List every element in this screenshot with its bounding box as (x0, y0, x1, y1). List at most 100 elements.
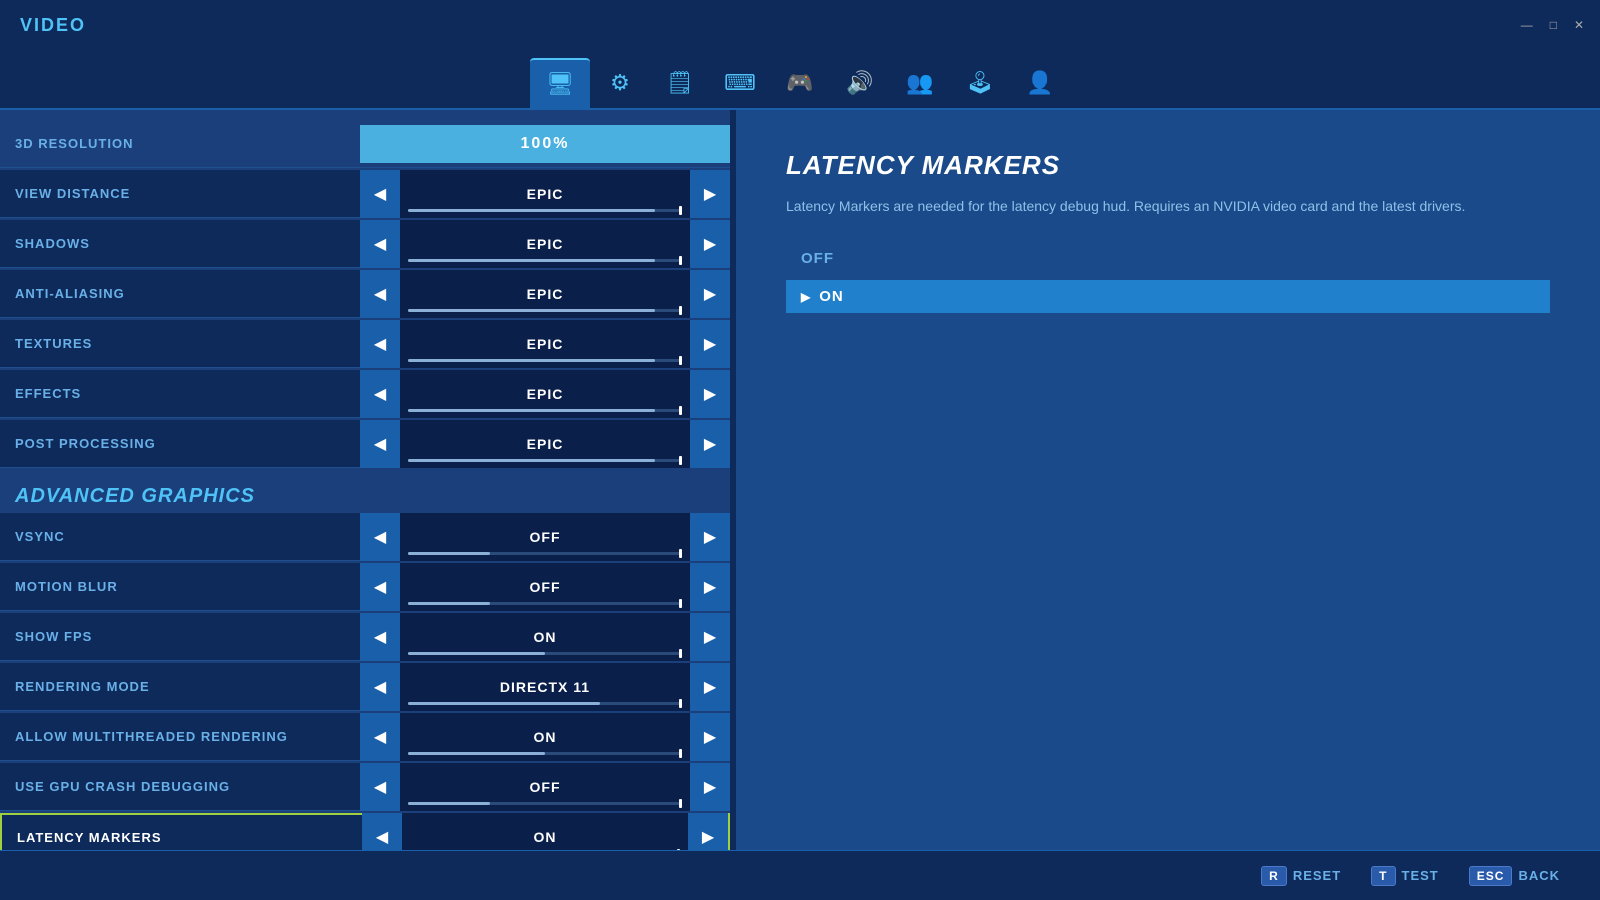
multithreaded-prev-button[interactable]: ◀ (360, 713, 400, 761)
tab-profile[interactable]: 👤 (1010, 58, 1070, 108)
tab-keyboard[interactable]: ⌨ (710, 58, 770, 108)
setting-row-gpu-crash: USE GPU CRASH DEBUGGING ◀ OFF ▶ (0, 763, 730, 811)
tab-social[interactable]: 👥 (890, 58, 950, 108)
motion-blur-value-box: OFF (400, 563, 690, 611)
resolution-value[interactable]: 100% (360, 125, 730, 163)
post-processing-next-button[interactable]: ▶ (690, 420, 730, 468)
setting-control-shadows: ◀ EPIC ▶ (360, 220, 730, 268)
settings-panel: 3D RESOLUTION 100% VIEW DISTANCE ◀ EPIC … (0, 110, 730, 850)
latency-markers-next-button[interactable]: ▶ (688, 813, 728, 850)
back-label: BACK (1518, 868, 1560, 883)
setting-control-show-fps: ◀ ON ▶ (360, 613, 730, 661)
setting-row-latency-markers[interactable]: LATENCY MARKERS ◀ ON ▶ (0, 813, 730, 850)
setting-row-vsync: VSYNC ◀ OFF ▶ (0, 513, 730, 561)
info-panel: LATENCY MARKERS Latency Markers are need… (736, 110, 1600, 850)
view-distance-prev-button[interactable]: ◀ (360, 170, 400, 218)
setting-row-show-fps: SHOW FPS ◀ ON ▶ (0, 613, 730, 661)
motion-blur-prev-button[interactable]: ◀ (360, 563, 400, 611)
test-key-badge: T (1371, 866, 1395, 886)
shadows-next-button[interactable]: ▶ (690, 220, 730, 268)
show-fps-next-button[interactable]: ▶ (690, 613, 730, 661)
setting-control-anti-aliasing: ◀ EPIC ▶ (360, 270, 730, 318)
rendering-mode-value-box: DIRECTX 11 (400, 663, 690, 711)
post-processing-prev-button[interactable]: ◀ (360, 420, 400, 468)
shadows-prev-button[interactable]: ◀ (360, 220, 400, 268)
multithreaded-next-button[interactable]: ▶ (690, 713, 730, 761)
reset-action[interactable]: R RESET (1261, 866, 1341, 886)
info-title: LATENCY MARKERS (786, 150, 1550, 181)
keyboard-icon: ⌨ (724, 70, 756, 96)
setting-label-rendering-mode: RENDERING MODE (0, 679, 360, 694)
option-on[interactable]: ▶ ON (786, 280, 1550, 313)
effects-next-button[interactable]: ▶ (690, 370, 730, 418)
option-on-label: ON (819, 288, 844, 305)
close-button[interactable]: ✕ (1568, 16, 1590, 34)
setting-row-rendering-mode: RENDERING MODE ◀ DIRECTX 11 ▶ (0, 663, 730, 711)
tab-controller[interactable]: 🎮 (770, 58, 830, 108)
bottom-bar: R RESET T TEST ESC BACK (0, 850, 1600, 900)
show-fps-prev-button[interactable]: ◀ (360, 613, 400, 661)
setting-label-shadows: SHADOWS (0, 236, 360, 251)
title-bar: VIDEO — □ ✕ (0, 0, 1600, 50)
post-processing-value-box: EPIC (400, 420, 690, 468)
option-off[interactable]: OFF (786, 242, 1550, 275)
vsync-value-box: OFF (400, 513, 690, 561)
test-label: TEST (1402, 868, 1439, 883)
test-action[interactable]: T TEST (1371, 866, 1439, 886)
tab-gamepad[interactable]: 🕹 (950, 58, 1010, 108)
textures-next-button[interactable]: ▶ (690, 320, 730, 368)
setting-row-effects: EFFECTS ◀ EPIC ▶ (0, 370, 730, 418)
gpu-crash-next-button[interactable]: ▶ (690, 763, 730, 811)
setting-control-rendering-mode: ◀ DIRECTX 11 ▶ (360, 663, 730, 711)
back-key-badge: ESC (1469, 866, 1513, 886)
maximize-button[interactable]: □ (1544, 16, 1563, 34)
window-controls[interactable]: — □ ✕ (1515, 0, 1590, 50)
vsync-prev-button[interactable]: ◀ (360, 513, 400, 561)
controller-icon: 🎮 (786, 70, 813, 96)
account-icon: 🗒 (666, 70, 694, 96)
setting-row-anti-aliasing: ANTI-ALIASING ◀ EPIC ▶ (0, 270, 730, 318)
tab-video[interactable]: 🖥 (530, 58, 590, 108)
anti-aliasing-next-button[interactable]: ▶ (690, 270, 730, 318)
option-off-label: OFF (801, 250, 834, 267)
reset-label: RESET (1293, 868, 1341, 883)
tab-audio[interactable]: 🔊 (830, 58, 890, 108)
multithreaded-value-box: ON (400, 713, 690, 761)
setting-control-latency-markers: ◀ ON ▶ (362, 813, 728, 850)
latency-markers-prev-button[interactable]: ◀ (362, 813, 402, 850)
tab-settings[interactable]: ⚙ (590, 58, 650, 108)
back-action[interactable]: ESC BACK (1469, 866, 1560, 886)
textures-value-box: EPIC (400, 320, 690, 368)
vsync-next-button[interactable]: ▶ (690, 513, 730, 561)
view-distance-next-button[interactable]: ▶ (690, 170, 730, 218)
setting-control-gpu-crash: ◀ OFF ▶ (360, 763, 730, 811)
rendering-mode-next-button[interactable]: ▶ (690, 663, 730, 711)
anti-aliasing-prev-button[interactable]: ◀ (360, 270, 400, 318)
textures-prev-button[interactable]: ◀ (360, 320, 400, 368)
motion-blur-next-button[interactable]: ▶ (690, 563, 730, 611)
social-icon: 👥 (906, 70, 933, 96)
setting-label-gpu-crash: USE GPU CRASH DEBUGGING (0, 779, 360, 794)
setting-control-vsync: ◀ OFF ▶ (360, 513, 730, 561)
anti-aliasing-value-box: EPIC (400, 270, 690, 318)
setting-label-textures: TEXTURES (0, 336, 360, 351)
tab-account[interactable]: 🗒 (650, 58, 710, 108)
gpu-crash-prev-button[interactable]: ◀ (360, 763, 400, 811)
setting-control-effects: ◀ EPIC ▶ (360, 370, 730, 418)
advanced-graphics-header: ADVANCED GRAPHICS (0, 470, 730, 513)
rendering-mode-prev-button[interactable]: ◀ (360, 663, 400, 711)
audio-icon: 🔊 (846, 70, 873, 96)
effects-prev-button[interactable]: ◀ (360, 370, 400, 418)
setting-label-effects: EFFECTS (0, 386, 360, 401)
show-fps-value-box: ON (400, 613, 690, 661)
setting-control-textures: ◀ EPIC ▶ (360, 320, 730, 368)
setting-label-motion-blur: MOTION BLUR (0, 579, 360, 594)
video-icon: 🖥 (546, 71, 574, 97)
nav-tabs: 🖥 ⚙ 🗒 ⌨ 🎮 🔊 👥 🕹 👤 (0, 50, 1600, 110)
setting-label-multithreaded: ALLOW MULTITHREADED RENDERING (0, 729, 360, 744)
minimize-button[interactable]: — (1515, 16, 1539, 34)
gear-icon: ⚙ (610, 70, 630, 96)
setting-label-3d-resolution: 3D RESOLUTION (0, 136, 360, 151)
reset-key-badge: R (1261, 866, 1287, 886)
gpu-crash-value-box: OFF (400, 763, 690, 811)
